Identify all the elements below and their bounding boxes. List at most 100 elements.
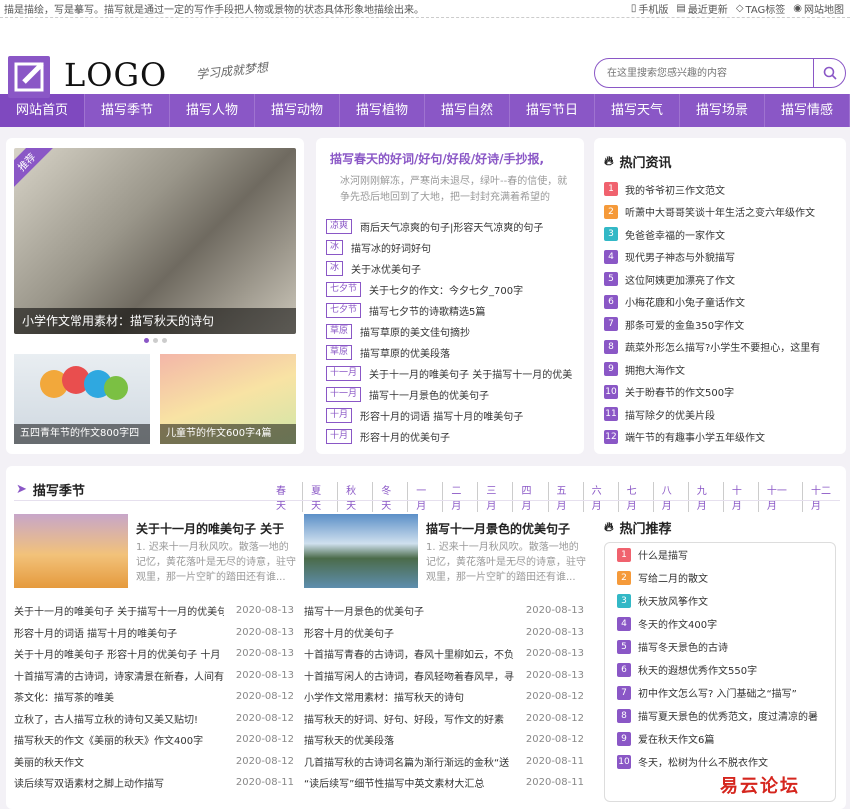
tag-badge[interactable]: 十月 <box>326 408 353 423</box>
tag-badge[interactable]: 草原 <box>326 324 353 339</box>
list-item[interactable]: 十一月 描写十一月景色的优美句子 <box>326 384 578 405</box>
nav-plant[interactable]: 描写植物 <box>340 94 425 127</box>
season-link[interactable]: 八月 <box>654 482 689 512</box>
recent-link[interactable]: ▤ 最近更新 <box>676 1 727 16</box>
season-link[interactable]: 十一月 <box>759 482 803 512</box>
list-item[interactable]: 9 拥抱大海作文 <box>604 358 840 381</box>
thumb-childrens-day[interactable]: 儿童节的作文600字4篇 <box>160 354 296 444</box>
season-link[interactable]: 六月 <box>584 482 619 512</box>
list-item[interactable]: 茶文化：描写茶的唯美 2020-08-12 <box>14 686 294 708</box>
season-link[interactable]: 秋天 <box>338 482 374 512</box>
mobile-link[interactable]: ▯ 手机版 <box>631 1 669 16</box>
list-item[interactable]: 小学作文常用素材：描写秋天的诗句 2020-08-12 <box>304 686 584 708</box>
list-item[interactable]: 7 那条可爱的金鱼350字作文 <box>604 313 840 336</box>
season-link[interactable]: 十二月 <box>803 482 846 512</box>
tag-badge[interactable]: 十月 <box>326 429 353 444</box>
list-item[interactable]: 形容十月的优美句子 2020-08-13 <box>304 622 584 644</box>
nav-scene[interactable]: 描写场景 <box>680 94 765 127</box>
article-title[interactable]: 关于十一月的唯美句子 关于 <box>136 520 296 537</box>
list-item[interactable]: 1 我的爷爷初三作文范文 <box>604 178 840 201</box>
list-item[interactable]: 3 免爸爸幸福的一家作文 <box>604 223 840 246</box>
featured-article-2[interactable]: 描写十一月景色的优美句子 1. 迟来十一月秋风吹。散落一地的记忆，黄花落叶是无尽… <box>304 514 586 588</box>
nav-festival[interactable]: 描写节日 <box>510 94 595 127</box>
list-item[interactable]: 十一月 关于十一月的唯美句子 关于描写十一月的优美 <box>326 363 578 384</box>
season-link[interactable]: 十月 <box>724 482 759 512</box>
list-item[interactable]: 10 关于盼春节的作文500字 <box>604 381 840 404</box>
thumb-youth-day[interactable]: 五四青年节的作文800字四 <box>14 354 150 444</box>
nav-animal[interactable]: 描写动物 <box>255 94 340 127</box>
slide-caption[interactable]: 小学作文常用素材：描写秋天的诗句 <box>14 308 296 334</box>
slider-dots[interactable] <box>144 338 167 343</box>
list-item[interactable]: 6 秋天的遐想优秀作文550字 <box>605 658 835 681</box>
list-item[interactable]: 4 现代男子神态与外貌描写 <box>604 246 840 269</box>
nav-weather[interactable]: 描写天气 <box>595 94 680 127</box>
list-item[interactable]: 十月 形容十月的词语 描写十月的唯美句子 <box>326 405 578 426</box>
list-item[interactable]: 几首描写秋的古诗词名篇为渐行渐远的金秋“送 2020-08-11 <box>304 751 584 773</box>
season-link[interactable]: 三月 <box>478 482 514 512</box>
list-item[interactable]: 8 蔬菜外形怎么描写?小学生不要担心，这里有 <box>604 336 840 359</box>
list-item[interactable]: 10 冬天，松树为什么不脱衣作文 <box>605 750 835 773</box>
list-item[interactable]: 关于十月的唯美句子 形容十月的优美句子 十月 2020-08-13 <box>14 643 294 665</box>
list-item[interactable]: 2 听萧中大哥哥笑谈十年生活之变六年级作文 <box>604 201 840 224</box>
list-item[interactable]: 12 端午节的有趣事小学五年级作文 <box>604 426 840 449</box>
list-item[interactable]: 立秋了，古人描写立秋的诗句又美又贴切! 2020-08-12 <box>14 708 294 730</box>
season-link[interactable]: 冬天 <box>373 482 409 512</box>
search-button[interactable] <box>813 59 845 87</box>
list-item[interactable]: 十首描写青春的古诗词，春风十里柳如云，不负 2020-08-13 <box>304 643 584 665</box>
list-item[interactable]: 描写十一月景色的优美句子 2020-08-13 <box>304 600 584 622</box>
list-item[interactable]: 十首描写清的古诗词，诗家清景在新春，人间有 2020-08-13 <box>14 665 294 687</box>
list-item[interactable]: “读后续写”细节性描写中英文素材大汇总 2020-08-11 <box>304 772 584 794</box>
list-item[interactable]: 11 描写除夕的优美片段 <box>604 403 840 426</box>
logo-icon[interactable] <box>8 56 50 98</box>
list-item[interactable]: 9 爱在秋天作文6篇 <box>605 727 835 750</box>
season-link[interactable]: 九月 <box>689 482 724 512</box>
list-item[interactable]: 描写秋天的作文《美丽的秋天》作文400字 2020-08-12 <box>14 729 294 751</box>
tag-badge[interactable]: 冰 <box>326 240 344 255</box>
list-item[interactable]: 5 描写冬天景色的古诗 <box>605 635 835 658</box>
featured-slider[interactable]: 推荐 小学作文常用素材：描写秋天的诗句 <box>14 148 296 334</box>
nav-emotion[interactable]: 描写情感 <box>765 94 850 127</box>
list-item[interactable]: 描写秋天的好词、好句、好段，写作文的好素 2020-08-12 <box>304 708 584 730</box>
list-item[interactable]: 冰描写冰的好词好句 <box>326 237 578 258</box>
list-item[interactable]: 2 写给二月的散文 <box>605 566 835 589</box>
season-link[interactable]: 春天 <box>268 482 304 512</box>
list-item[interactable]: 七夕节 描写七夕节的诗歌精选5篇 <box>326 300 578 321</box>
tag-badge[interactable]: 草原 <box>326 345 353 360</box>
spring-headline[interactable]: 描写春天的好词/好句/好段/好诗/手抄报, <box>330 150 570 167</box>
list-item[interactable]: 1 什么是描写 <box>605 543 835 566</box>
article-image[interactable] <box>304 514 418 588</box>
sitemap-link[interactable]: ◉ 网站地图 <box>793 1 844 16</box>
search-input[interactable] <box>595 59 813 87</box>
tag-badge[interactable]: 七夕节 <box>326 303 362 318</box>
tag-badge[interactable]: 冰 <box>326 261 344 276</box>
nav-people[interactable]: 描写人物 <box>170 94 255 127</box>
list-item[interactable]: 美丽的秋天作文 2020-08-12 <box>14 751 294 773</box>
list-item[interactable]: 十月 形容十月的优美句子 <box>326 426 578 447</box>
list-item[interactable]: 形容十月的词语 描写十月的唯美句子 2020-08-13 <box>14 622 294 644</box>
season-link[interactable]: 夏天 <box>303 482 339 512</box>
list-item[interactable]: 凉爽 雨后天气凉爽的句子|形容天气凉爽的句子 <box>326 216 578 237</box>
article-title[interactable]: 描写十一月景色的优美句子 <box>426 520 586 537</box>
list-item[interactable]: 关于十一月的唯美句子 关于描写十一月的优美句 2020-08-13 <box>14 600 294 622</box>
list-item[interactable]: 七夕节 关于七夕的作文：今夕七夕_700字 <box>326 279 578 300</box>
tag-badge[interactable]: 十一月 <box>326 387 362 402</box>
list-item[interactable]: 3 秋天放风筝作文 <box>605 589 835 612</box>
list-item[interactable]: 7 初中作文怎么写? 入门基础之“描写” <box>605 681 835 704</box>
season-link[interactable]: 四月 <box>513 482 549 512</box>
tag-badge[interactable]: 七夕节 <box>326 282 362 297</box>
featured-article-1[interactable]: 关于十一月的唯美句子 关于 1. 迟来十一月秋风吹。散落一地的记忆，黄花落叶是无… <box>14 514 296 588</box>
list-item[interactable]: 读后续写双语素材之脚上动作描写 2020-08-11 <box>14 772 294 794</box>
tag-badge[interactable]: 十一月 <box>326 366 362 381</box>
list-item[interactable]: 十首描写闲人的古诗词，春风轻吻着春风早，寻春 2020-08-13 <box>304 665 584 687</box>
tag-link[interactable]: ◇ TAG标签 <box>736 1 785 16</box>
list-item[interactable]: 冰关于冰优美句子 <box>326 258 578 279</box>
season-link[interactable]: 二月 <box>443 482 479 512</box>
list-item[interactable]: 6 小梅花鹿和小兔子童话作文 <box>604 291 840 314</box>
article-image[interactable] <box>14 514 128 588</box>
season-link[interactable]: 一月 <box>408 482 444 512</box>
nav-nature[interactable]: 描写自然 <box>425 94 510 127</box>
list-item[interactable]: 8 描写夏天景色的优秀范文，度过清凉的暑 <box>605 704 835 727</box>
nav-home[interactable]: 网站首页 <box>0 94 85 127</box>
season-link[interactable]: 五月 <box>549 482 584 512</box>
list-item[interactable]: 草原 描写草原的美文佳句摘抄 <box>326 321 578 342</box>
